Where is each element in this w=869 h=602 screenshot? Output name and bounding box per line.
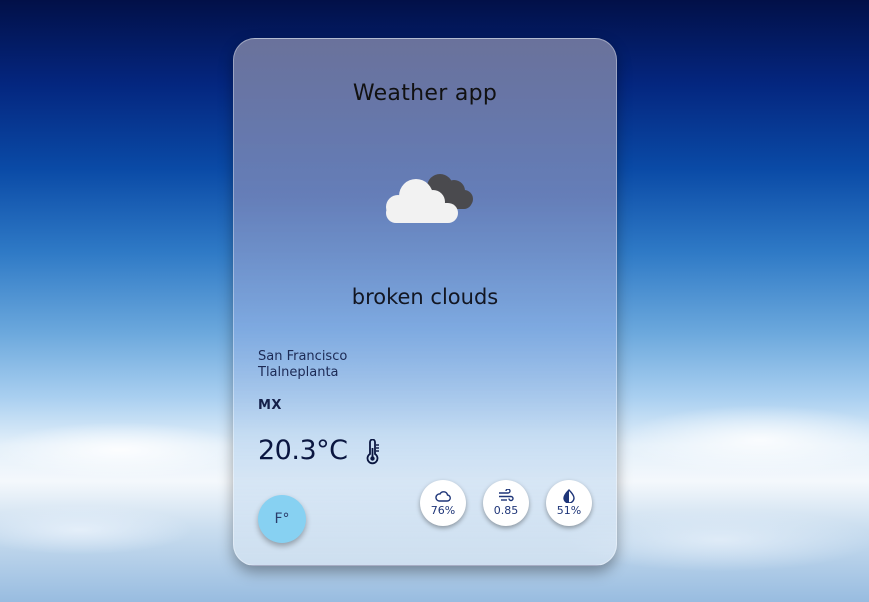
cloudiness-value: 76% [430, 504, 456, 517]
weather-description: broken clouds [351, 285, 499, 309]
wind-icon [499, 489, 514, 502]
cloudiness-stat: 76% [420, 480, 466, 526]
cloud-icon [435, 491, 451, 502]
thermometer-icon [366, 439, 379, 465]
weather-card: Weather app broken clouds San Francisco … [233, 38, 617, 566]
unit-toggle-button[interactable]: F° [258, 495, 306, 543]
broken-clouds-icon [386, 174, 473, 223]
wind-stat: 0.85 [483, 480, 529, 526]
humidity-icon [563, 489, 575, 503]
country-code: MX [258, 398, 282, 413]
temperature-value: 20.3°C [258, 435, 348, 466]
humidity-value: 51% [556, 504, 582, 517]
region-name: Tlalneplanta [258, 365, 339, 380]
humidity-stat: 51% [546, 480, 592, 526]
app-title: Weather app [352, 81, 498, 106]
city-name: San Francisco [258, 349, 348, 364]
wind-value: 0.85 [493, 504, 519, 517]
